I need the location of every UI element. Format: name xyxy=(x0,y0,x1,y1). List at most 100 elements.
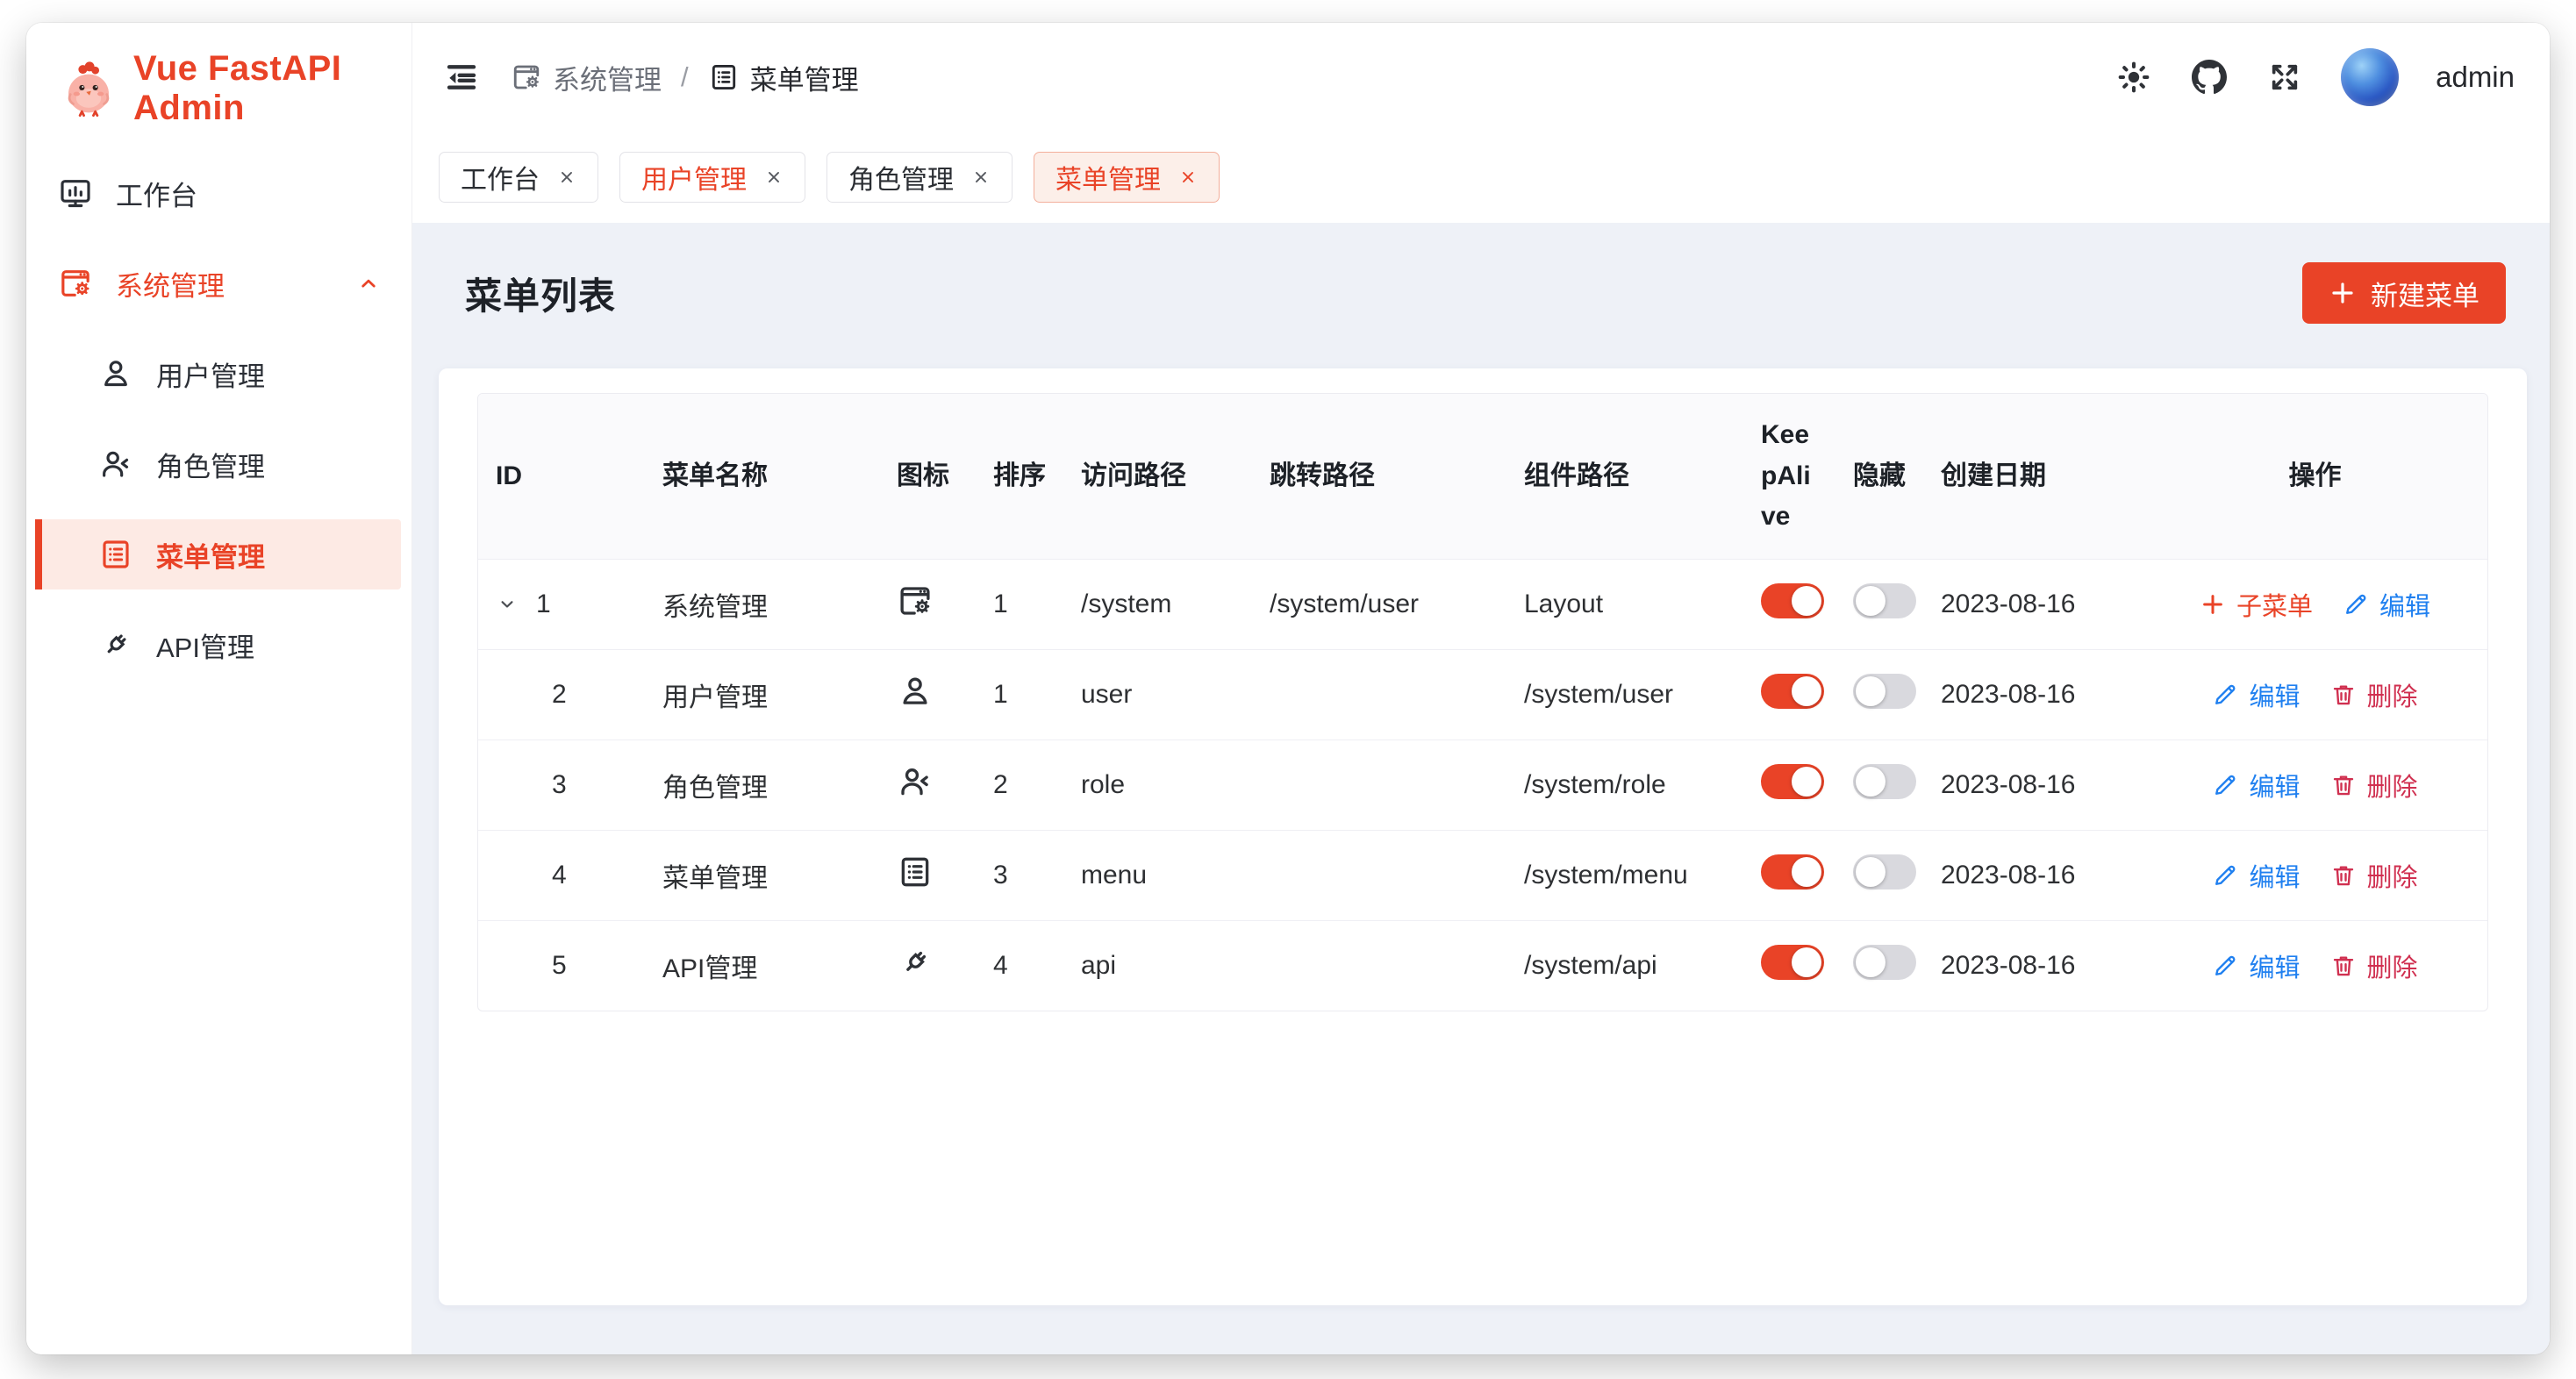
cell-id: 3 xyxy=(478,740,645,830)
keepalive-toggle[interactable] xyxy=(1761,674,1824,709)
cell-id: 1 xyxy=(536,589,551,619)
hidden-toggle[interactable] xyxy=(1853,583,1916,618)
chevron-up-icon xyxy=(355,270,382,297)
close-icon[interactable] xyxy=(557,168,576,187)
new-menu-button[interactable]: 新建菜单 xyxy=(2302,262,2506,324)
sidebar: Vue FastAPI Admin 工作台 系统管理 用户管理 xyxy=(26,23,412,1354)
fullscreen-icon xyxy=(2267,60,2302,95)
header-actions: admin xyxy=(2114,48,2515,106)
trash-icon xyxy=(2330,772,2357,798)
edit-button[interactable]: 编辑 xyxy=(2212,767,2300,804)
sidebar-item-users[interactable]: 用户管理 xyxy=(26,339,411,409)
cell-name: 系统管理 xyxy=(645,559,879,649)
menu-table: ID 菜单名称 图标 排序 访问路径 跳转路径 组件路径 KeepAlive 隐… xyxy=(477,393,2488,1011)
menu-table-card: ID 菜单名称 图标 排序 访问路径 跳转路径 组件路径 KeepAlive 隐… xyxy=(439,368,2527,1305)
cell-name: API管理 xyxy=(645,920,879,1011)
sidebar-item-label: 菜单管理 xyxy=(156,535,265,575)
delete-button[interactable]: 删除 xyxy=(2330,676,2418,713)
table-header-row: ID 菜单名称 图标 排序 访问路径 跳转路径 组件路径 KeepAlive 隐… xyxy=(478,394,2488,559)
top-header: 系统管理 / 菜单管理 xyxy=(412,23,2550,132)
keepalive-toggle[interactable] xyxy=(1761,583,1824,618)
cell-order: 4 xyxy=(976,920,1063,1011)
tab-menus[interactable]: 菜单管理 xyxy=(1034,152,1220,203)
keepalive-toggle[interactable] xyxy=(1761,764,1824,799)
tab-roles[interactable]: 角色管理 xyxy=(826,152,1013,203)
breadcrumb-label: 菜单管理 xyxy=(750,58,859,97)
sidebar-item-apis[interactable]: API管理 xyxy=(26,610,411,680)
table-row: 1 系统管理 1 /system /system/user Layout xyxy=(478,559,2488,649)
cell-path: api xyxy=(1063,920,1252,1011)
cell-path: /system xyxy=(1063,559,1252,649)
cell-redirect xyxy=(1252,740,1506,830)
tab-users[interactable]: 用户管理 xyxy=(619,152,805,203)
sidebar-item-roles[interactable]: 角色管理 xyxy=(26,429,411,499)
sidebar-item-system[interactable]: 系统管理 xyxy=(26,248,411,318)
close-icon[interactable] xyxy=(971,168,991,187)
delete-button[interactable]: 删除 xyxy=(2330,947,2418,984)
plus-icon xyxy=(2200,591,2226,618)
hidden-toggle[interactable] xyxy=(1853,764,1916,799)
api-icon xyxy=(897,944,934,981)
breadcrumb-item-menus[interactable]: 菜单管理 xyxy=(708,58,859,97)
cell-date: 2023-08-16 xyxy=(1923,649,2132,740)
pencil-icon xyxy=(2212,682,2238,708)
close-icon[interactable] xyxy=(764,168,784,187)
menu-icon xyxy=(897,854,934,890)
edit-button[interactable]: 编辑 xyxy=(2212,947,2300,984)
breadcrumb-item-system[interactable]: 系统管理 xyxy=(511,58,662,97)
delete-button[interactable]: 删除 xyxy=(2330,857,2418,894)
sidebar-item-menus[interactable]: 菜单管理 xyxy=(35,519,401,589)
cell-redirect: /system/user xyxy=(1252,559,1506,649)
app-logo[interactable]: Vue FastAPI Admin xyxy=(26,58,411,119)
cell-component: /system/menu xyxy=(1506,830,1743,920)
cell-component: /system/role xyxy=(1506,740,1743,830)
table-row: 3 角色管理 2 role /system/role 2023-08 xyxy=(478,740,2488,830)
col-order: 排序 xyxy=(976,394,1063,559)
col-component: 组件路径 xyxy=(1506,394,1743,559)
fullscreen-button[interactable] xyxy=(2265,58,2304,96)
chick-logo-icon xyxy=(58,58,119,119)
main-area: 系统管理 / 菜单管理 xyxy=(412,23,2550,1354)
tabs-bar: 工作台 用户管理 角色管理 菜单管理 xyxy=(412,132,2550,223)
edit-button[interactable]: 编辑 xyxy=(2343,586,2430,623)
pencil-icon xyxy=(2212,862,2238,889)
collapse-sidebar-button[interactable] xyxy=(442,58,481,96)
col-path: 访问路径 xyxy=(1063,394,1252,559)
add-submenu-button[interactable]: 子菜单 xyxy=(2200,586,2313,623)
edit-button[interactable]: 编辑 xyxy=(2212,676,2300,713)
cell-name: 角色管理 xyxy=(645,740,879,830)
hidden-toggle[interactable] xyxy=(1853,674,1916,709)
table-row: 5 API管理 4 api /system/api 2023-08- xyxy=(478,920,2488,1011)
sun-icon xyxy=(2116,60,2151,95)
user-icon xyxy=(897,673,934,710)
tab-workbench[interactable]: 工作台 xyxy=(439,152,598,203)
workbench-icon xyxy=(58,175,93,211)
close-icon[interactable] xyxy=(1178,168,1198,187)
sidebar-item-workbench[interactable]: 工作台 xyxy=(26,158,411,228)
cell-order: 1 xyxy=(976,649,1063,740)
chevron-down-icon[interactable] xyxy=(496,593,519,616)
github-link-button[interactable] xyxy=(2190,58,2229,96)
username[interactable]: admin xyxy=(2436,61,2515,94)
keepalive-toggle[interactable] xyxy=(1761,945,1824,980)
cell-name: 菜单管理 xyxy=(645,830,879,920)
cell-order: 1 xyxy=(976,559,1063,649)
hidden-toggle[interactable] xyxy=(1853,854,1916,890)
theme-toggle-button[interactable] xyxy=(2114,58,2153,96)
tab-label: 用户管理 xyxy=(641,158,747,196)
hidden-toggle[interactable] xyxy=(1853,945,1916,980)
sidebar-item-label: 角色管理 xyxy=(156,445,265,484)
breadcrumb: 系统管理 / 菜单管理 xyxy=(511,58,859,97)
tab-label: 工作台 xyxy=(461,158,540,196)
avatar[interactable] xyxy=(2341,48,2399,106)
keepalive-toggle[interactable] xyxy=(1761,854,1824,890)
trash-icon xyxy=(2330,953,2357,979)
cell-path: menu xyxy=(1063,830,1252,920)
pencil-icon xyxy=(2212,772,2238,798)
cell-date: 2023-08-16 xyxy=(1923,920,2132,1011)
edit-button[interactable]: 编辑 xyxy=(2212,857,2300,894)
delete-button[interactable]: 删除 xyxy=(2330,767,2418,804)
col-actions: 操作 xyxy=(2132,394,2488,559)
col-redirect: 跳转路径 xyxy=(1252,394,1506,559)
menu-icon xyxy=(708,61,740,93)
